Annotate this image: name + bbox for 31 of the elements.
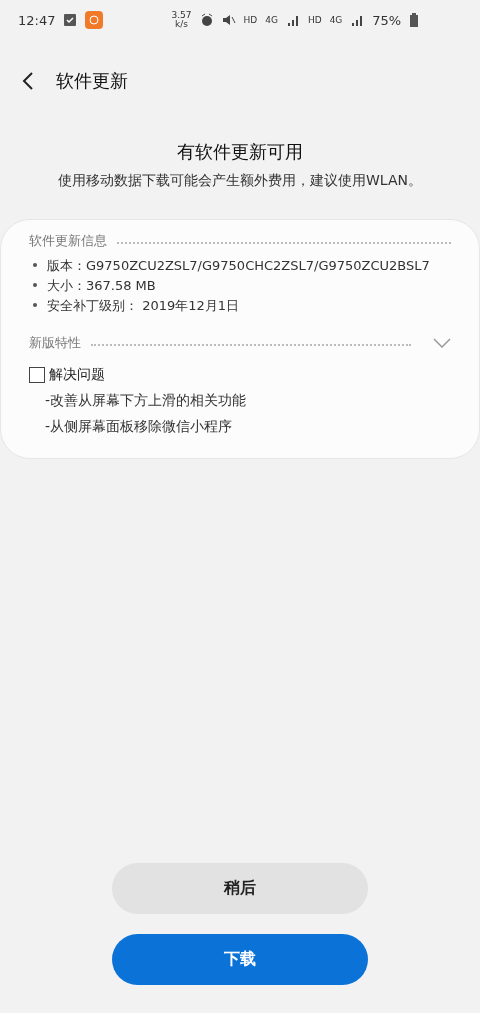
later-button[interactable]: 稍后 [112,863,368,914]
chevron-down-icon[interactable] [433,338,451,348]
clock: 12:47 [18,12,56,28]
app-icon [85,11,104,29]
battery-percent: 75% [372,12,402,28]
speed-unit: k/s [175,20,188,29]
signal-icon [285,13,300,27]
network-type: 4G [265,15,278,25]
checkbox[interactable] [29,367,45,383]
info-item: 版本：G9750ZCU2ZSL7/G9750CHC2ZSL7/G9750ZCU2BSL7 [29,256,451,276]
hd-label: HD [307,15,322,25]
back-icon[interactable] [22,71,34,91]
checkbox-icon [63,13,78,27]
battery-icon [409,13,420,27]
info-item: 大小：367.58 MB [29,276,451,296]
feature-line: -改善从屏幕下方上滑的相关功能 [44,392,248,410]
notice-message: 使用移动数据下载可能会产生额外费用，建议使用WLAN。 [57,171,423,190]
section-title: 新版特性 [29,334,81,352]
network-speed: 3.57 [171,11,192,20]
feature-line: -从侧屏幕面板移除微信小程序 [44,418,234,436]
signal-icon [350,13,365,27]
notice-title: 有软件更新可用 [177,140,303,164]
info-item: 安全补丁级别： 2019年12月1日 [29,296,451,316]
hd-label: HD [243,15,258,25]
download-button[interactable]: 下载 [112,934,368,985]
section-title: 软件更新信息 [29,232,107,250]
alarm-icon [199,13,214,27]
mute-icon [221,13,236,27]
page-title: 软件更新 [56,69,128,93]
network-type: 4G [329,15,343,25]
group-label: 解决问题 [49,366,105,384]
